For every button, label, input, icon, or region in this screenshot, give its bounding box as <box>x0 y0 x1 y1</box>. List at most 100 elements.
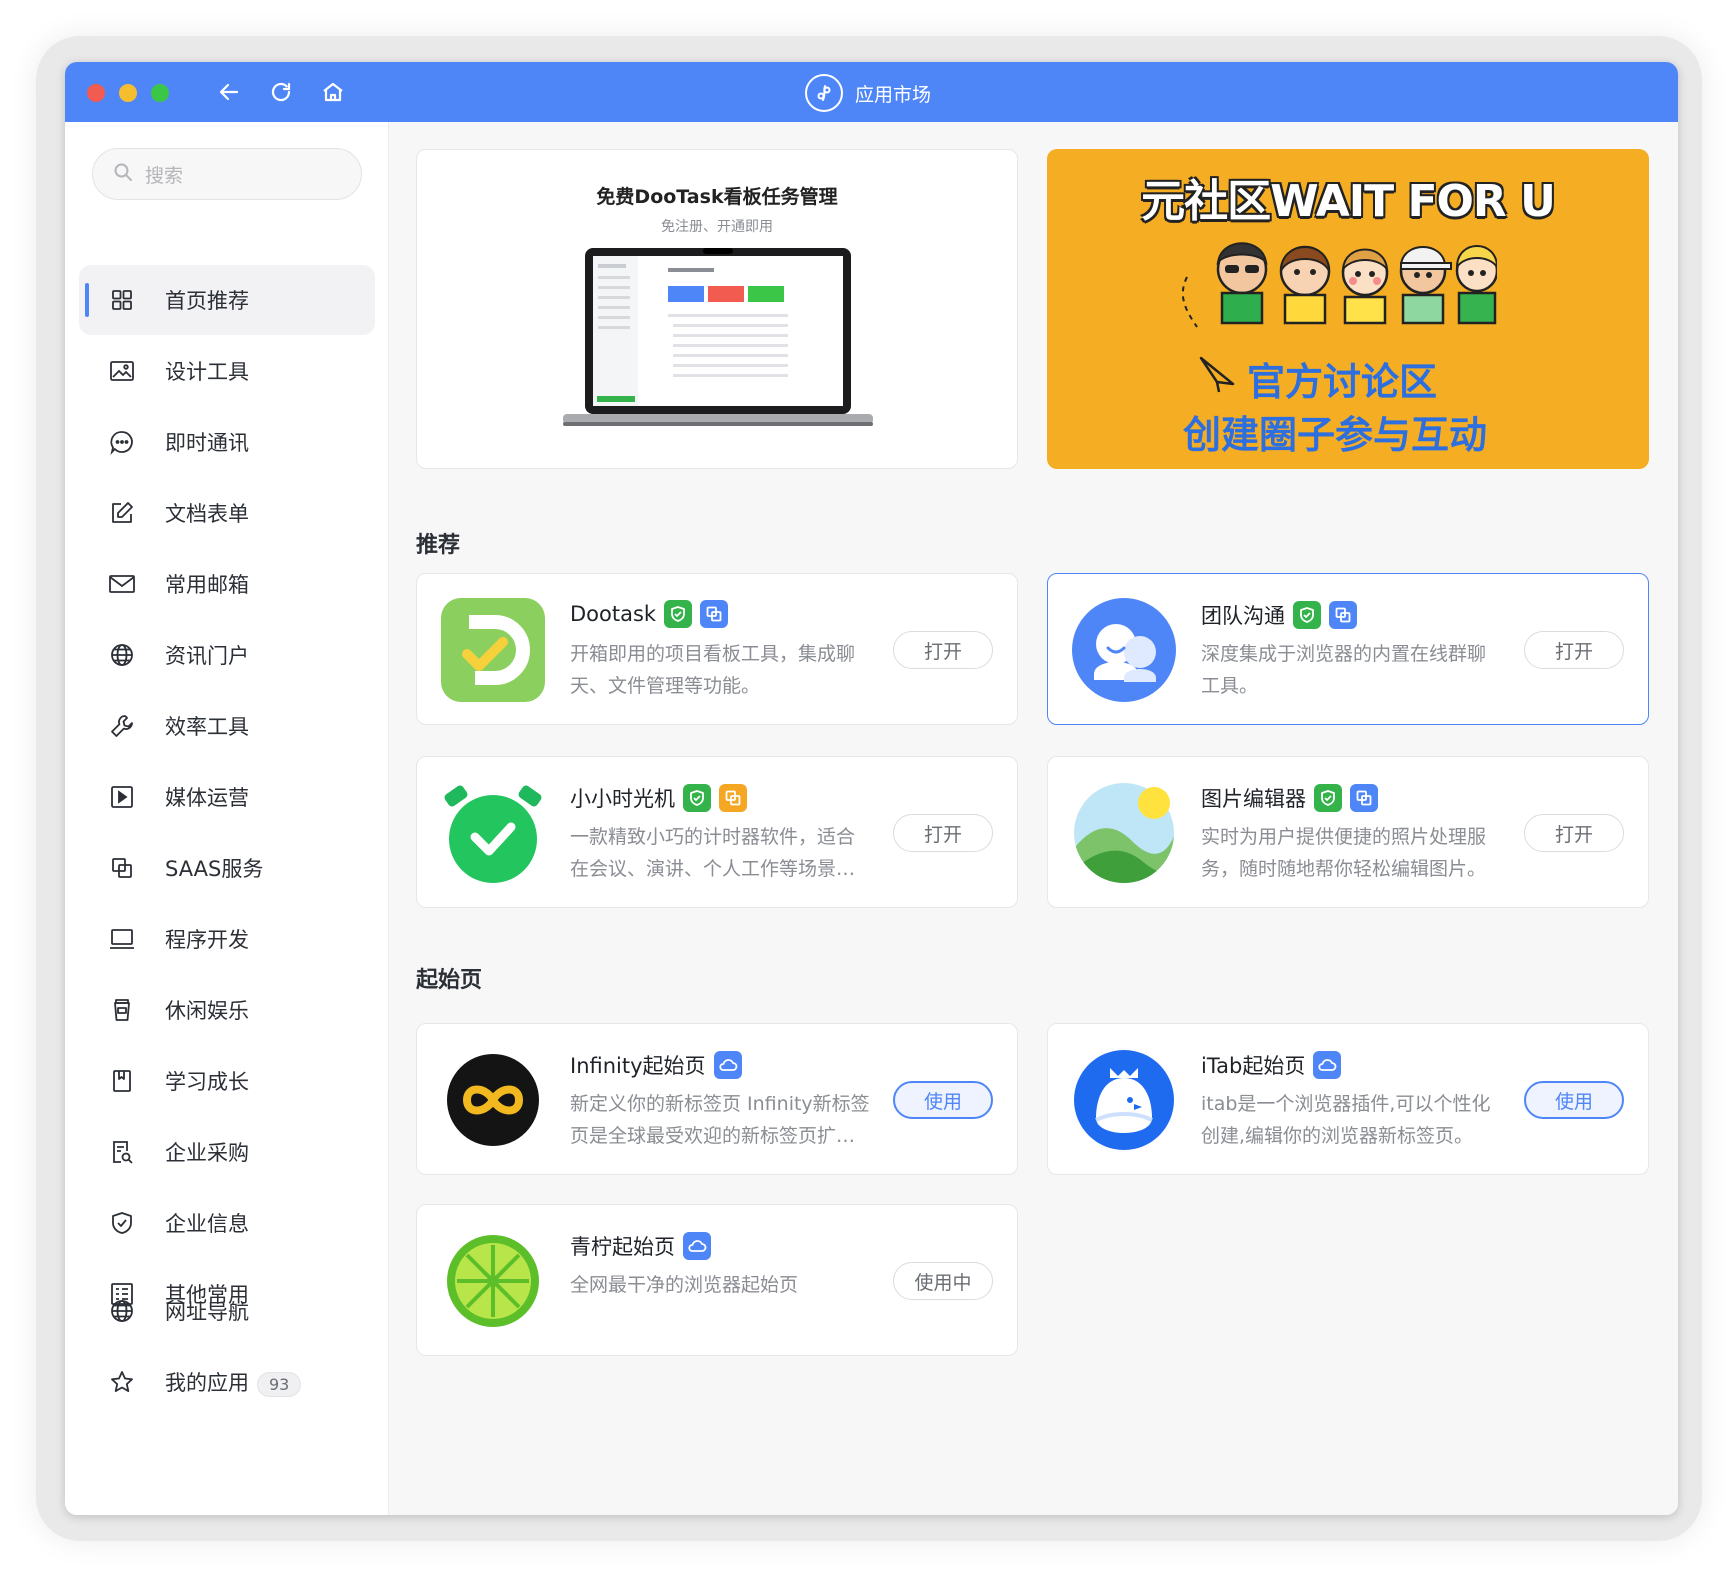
sidebar-item-learning[interactable]: 学习成长 <box>79 1046 375 1116</box>
app-name: iTab起始页 <box>1201 1054 1306 1078</box>
image-icon <box>107 356 137 386</box>
sidebar-item-productivity[interactable]: 效率工具 <box>79 691 375 761</box>
bookmark-icon <box>107 1066 137 1096</box>
sidebar-item-news[interactable]: 资讯门户 <box>79 620 375 690</box>
sidebar-item-label: 首页推荐 <box>165 289 249 313</box>
app-card-itab[interactable]: iTab起始页 itab是一个浏览器插件,可以个性化创建,编辑你的浏览器新标签页… <box>1047 1023 1649 1175</box>
app-name: 图片编辑器 <box>1201 787 1306 811</box>
section-title-recommend: 推荐 <box>416 533 461 558</box>
maximize-window-button[interactable] <box>151 84 169 102</box>
sidebar-item-design-tools[interactable]: 设计工具 <box>79 336 375 406</box>
sidebar-item-home-recommend[interactable]: 首页推荐 <box>79 265 375 335</box>
dootask-icon <box>441 598 545 702</box>
sidebar-item-dev[interactable]: 程序开发 <box>79 904 375 974</box>
app-card-photo-editor[interactable]: 图片编辑器 实时为用户提供便捷的照片处理服务，随时随地帮你轻松编辑图片。 打开 <box>1047 756 1649 908</box>
chat-bubble-icon <box>107 427 137 457</box>
app-card-timer[interactable]: 小小时光机 一款精致小巧的计时器软件，适合在会议、演讲、个人工作等场景中使用。 … <box>416 756 1018 908</box>
sidebar-item-label: 网址导航 <box>165 1300 249 1324</box>
sidebar-item-label: 学习成长 <box>165 1070 249 1094</box>
app-description: 开箱即用的项目看板工具，集成聊天、文件管理等功能。 <box>570 643 856 697</box>
window-title-text: 应用市场 <box>855 83 932 106</box>
sidebar-item-media[interactable]: 媒体运营 <box>79 762 375 832</box>
app-card-infinity[interactable]: Infinity起始页 新定义你的新标签页 Infinity新标签页是全球最受欢… <box>416 1023 1018 1175</box>
timer-icon <box>441 781 545 885</box>
search-input[interactable]: 搜索 <box>92 148 362 200</box>
team-chat-icon <box>1072 598 1176 702</box>
app-description: 全网最干净的浏览器起始页 <box>570 1274 799 1296</box>
banner-subtitle: 免注册、开通即用 <box>661 219 773 235</box>
in-use-button[interactable]: 使用中 <box>893 1262 993 1300</box>
verified-shield-icon <box>1314 784 1342 812</box>
sidebar-item-im[interactable]: 即时通讯 <box>79 407 375 477</box>
app-card-dootask[interactable]: Dootask 开箱即用的项目看板工具，集成聊天、文件管理等功能。 打开 <box>416 573 1018 725</box>
sidebar-item-email[interactable]: 常用邮箱 <box>79 549 375 619</box>
sidebar-item-label: 休闲娱乐 <box>165 999 249 1023</box>
back-arrow-icon[interactable] <box>213 76 245 108</box>
app-name: 团队沟通 <box>1201 604 1285 628</box>
app-description: 实时为用户提供便捷的照片处理服务，随时随地帮你轻松编辑图片。 <box>1201 826 1487 880</box>
globe-icon <box>107 640 137 670</box>
verified-shield-icon <box>683 784 711 812</box>
lime-icon <box>441 1229 545 1333</box>
app-name: Infinity起始页 <box>570 1054 706 1078</box>
copy-icon <box>700 600 729 628</box>
app-name-row: Infinity起始页 <box>570 1050 742 1080</box>
banner-line-1: 官方讨论区 <box>1247 360 1438 404</box>
app-card-lime[interactable]: 青柠起始页 全网最干净的浏览器起始页 使用中 <box>416 1204 1018 1356</box>
banner-line-2: 创建圈子参与互动 <box>1183 413 1488 457</box>
sidebar-item-url-nav[interactable]: 网址导航 <box>79 1276 375 1346</box>
sidebar-item-docs-forms[interactable]: 文档表单 <box>79 478 375 548</box>
doc-search-icon <box>107 1137 137 1167</box>
app-name-row: 青柠起始页 <box>570 1231 711 1261</box>
infinity-icon <box>441 1048 545 1152</box>
verified-shield-icon <box>1293 601 1321 629</box>
copy-icon <box>107 853 137 883</box>
mail-icon <box>107 569 137 599</box>
verified-shield-icon <box>664 600 693 628</box>
sidebar-item-procurement[interactable]: 企业采购 <box>79 1117 375 1187</box>
sidebar-item-leisure[interactable]: 休闲娱乐 <box>79 975 375 1045</box>
app-card-team-chat[interactable]: 团队沟通 深度集成于浏览器的内置在线群聊工具。 打开 <box>1047 573 1649 725</box>
sidebar-item-saas[interactable]: SAAS服务 <box>79 833 375 903</box>
close-window-button[interactable] <box>87 84 105 102</box>
globe-icon <box>107 1296 137 1326</box>
sidebar-item-my-apps[interactable]: 我的应用 93 <box>79 1347 375 1417</box>
app-name: Dootask <box>570 602 657 626</box>
cloud-icon <box>713 1051 742 1079</box>
open-button[interactable]: 打开 <box>893 814 993 852</box>
sidebar-item-label: 媒体运营 <box>165 786 249 810</box>
section-title-start-page: 起始页 <box>416 968 483 993</box>
dootask-promo-banner[interactable]: 免费DooTask看板任务管理 免注册、开通即用 <box>416 149 1018 469</box>
app-name-row: 团队沟通 <box>1201 600 1357 630</box>
open-button[interactable]: 打开 <box>1524 631 1624 669</box>
sidebar-item-label: 常用邮箱 <box>165 573 249 597</box>
use-button[interactable]: 使用 <box>1524 1081 1624 1119</box>
app-market-logo-icon <box>805 74 843 112</box>
sidebar-item-label: 企业采购 <box>165 1141 249 1165</box>
app-description: itab是一个浏览器插件,可以个性化创建,编辑你的浏览器新标签页。 <box>1201 1093 1491 1147</box>
banner-title: 免费DooTask看板任务管理 <box>596 186 838 208</box>
grid-icon <box>107 285 137 315</box>
itab-icon <box>1072 1048 1176 1152</box>
sidebar-item-label: SAAS服务 <box>165 857 264 881</box>
open-button[interactable]: 打开 <box>893 631 993 669</box>
open-button[interactable]: 打开 <box>1524 814 1624 852</box>
app-description: 深度集成于浏览器的内置在线群聊工具。 <box>1201 643 1487 697</box>
app-description: 一款精致小巧的计时器软件，适合在会议、演讲、个人工作等场景中使用。 <box>570 826 856 880</box>
minimize-window-button[interactable] <box>119 84 137 102</box>
banner-title: 元社区WAIT FOR U <box>1141 176 1556 227</box>
copy-icon <box>719 784 747 812</box>
use-button[interactable]: 使用 <box>893 1081 993 1119</box>
sidebar-item-company-info[interactable]: 企业信息 <box>79 1188 375 1258</box>
reload-icon[interactable] <box>265 76 297 108</box>
window-title: 应用市场 <box>805 72 931 114</box>
home-icon[interactable] <box>317 76 349 108</box>
app-name-row: 小小时光机 <box>570 783 747 813</box>
sidebar-item-label: 资讯门户 <box>165 644 249 668</box>
community-promo-banner[interactable]: 元社区WAIT FOR U 官方讨论区 创建圈子参与互动 <box>1047 149 1649 469</box>
sidebar: 搜索 首页推荐 设计工具 即时通讯 文档表单 常用邮箱 资讯门户 效率工具 媒体… <box>65 122 389 1515</box>
star-icon <box>107 1367 137 1397</box>
sidebar-item-label: 设计工具 <box>165 360 249 384</box>
paper-plane-icon <box>1199 356 1235 393</box>
app-name-row: iTab起始页 <box>1201 1050 1342 1080</box>
